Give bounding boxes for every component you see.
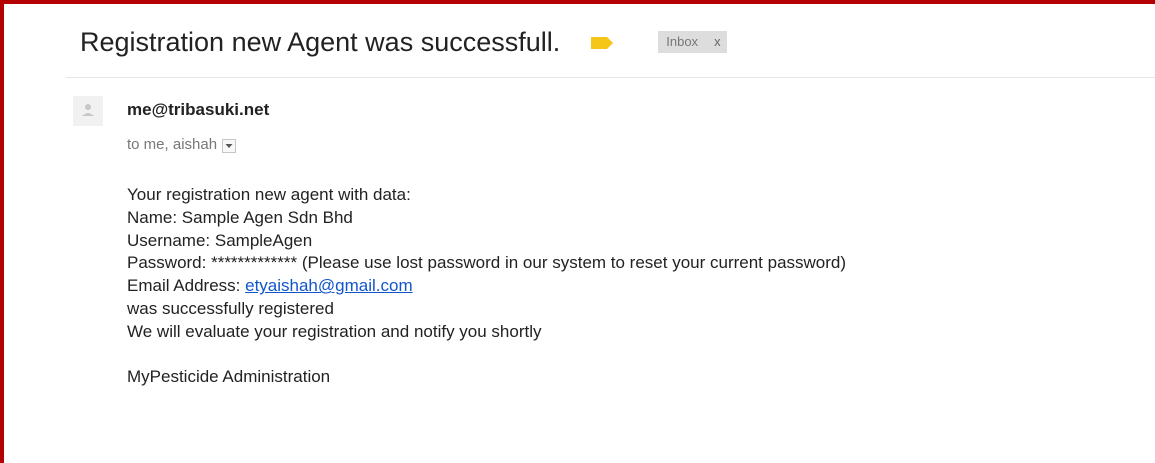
show-details-button[interactable] [222, 138, 237, 153]
person-icon [73, 96, 103, 126]
sender-address[interactable]: me@tribasuki.net [127, 100, 269, 120]
body-email-line: Email Address: etyaishah@gmail.com [127, 275, 846, 298]
email-address-label: Email Address: [127, 276, 246, 296]
signature: MyPesticide Administration [127, 366, 331, 386]
inbox-label-text: Inbox [666, 34, 699, 49]
inbox-label-chip: Inbox x [658, 31, 727, 53]
email-subject: Registration new Agent was successfull. [80, 26, 561, 57]
recipients-line: to me, aishah [127, 136, 237, 153]
header-divider [66, 77, 1155, 78]
body-intro-line: Your registration new agent with data: [127, 185, 411, 204]
body-password-line: Password: ************* (Please use lost… [127, 253, 847, 273]
body-evaluate-line: We will evaluate your registration and n… [127, 321, 542, 341]
email-body: Your registration new agent with data: N… [127, 184, 846, 388]
chevron-down-icon [225, 143, 233, 148]
body-username-line: Username: SampleAgen [127, 230, 313, 250]
remove-label-button[interactable]: x [714, 34, 721, 50]
body-name-line: Name: Sample Agen Sdn Bhd [127, 207, 353, 227]
importance-marker-icon[interactable] [590, 36, 614, 50]
body-registered-line: was successfully registered [127, 298, 334, 318]
recipients-text: to me, aishah [127, 136, 218, 153]
subject-row: Registration new Agent was successfull. … [80, 24, 727, 60]
email-address-link[interactable]: etyaishah@gmail.com [245, 276, 413, 295]
